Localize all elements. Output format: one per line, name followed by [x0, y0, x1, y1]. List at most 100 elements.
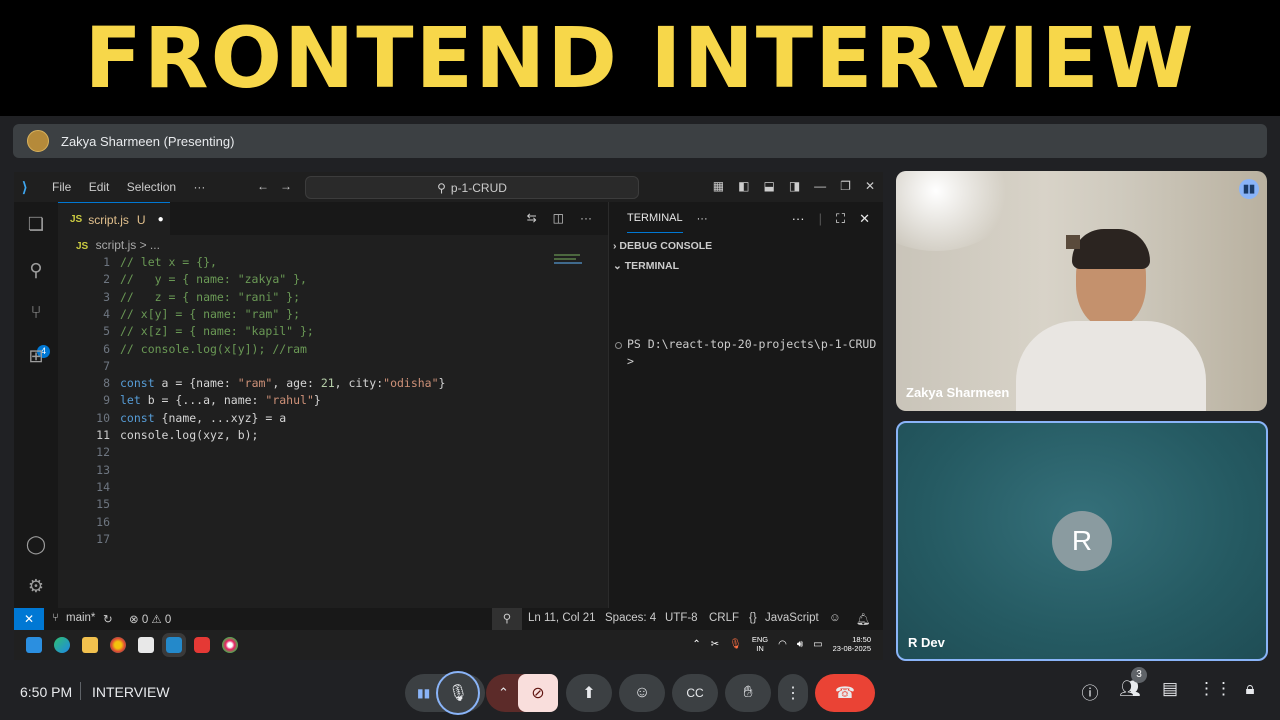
explorer-icon[interactable]: ❏ — [24, 212, 48, 236]
terminal-prompt[interactable]: PS D:\react-top-20-projects\p-1-CRUD> — [627, 336, 877, 370]
tray-chevron-icon[interactable]: ⌃ — [692, 639, 700, 650]
code-line[interactable]: // x[z] = { name: "kapil" }; — [120, 324, 314, 338]
editor-actions: ⇆ ◫ ··· — [527, 211, 592, 225]
raise-hand-button[interactable]: ✋︎ — [725, 674, 771, 712]
sync-icon[interactable]: ↻ — [103, 612, 113, 626]
more-actions-icon[interactable]: ··· — [580, 211, 592, 225]
indentation[interactable]: Spaces: 4 — [605, 612, 656, 624]
code-line[interactable]: const a = {name: "ram", age: 21, city:"o… — [120, 376, 445, 390]
language-indicator[interactable]: ENG IN — [752, 635, 768, 653]
microphone-button[interactable]: 🎙︎ — [436, 671, 480, 715]
line-number: 16 — [96, 514, 110, 529]
minimap[interactable] — [554, 254, 584, 268]
windows-start-icon[interactable] — [26, 637, 42, 653]
menu-bar: File Edit Selection ··· — [38, 180, 205, 194]
wifi-icon[interactable]: ◠ — [778, 639, 787, 650]
terminal-section[interactable]: ⌄ TERMINAL — [613, 260, 679, 272]
tray-app-icon[interactable]: ✂ — [711, 639, 719, 650]
compare-icon[interactable]: ⇆ — [527, 211, 537, 225]
camera-off-button[interactable]: ⊘ — [518, 674, 558, 712]
participant-tile-r-dev[interactable]: R R Dev — [896, 421, 1268, 661]
present-screen-button[interactable]: ⬆ — [566, 674, 612, 712]
line-ending[interactable]: CRLF — [709, 612, 739, 624]
close-panel-icon[interactable]: ✕ — [859, 211, 870, 227]
toggle-secondary-sidebar-icon[interactable]: ◨ — [789, 179, 800, 193]
split-editor-icon[interactable]: ◫ — [553, 211, 564, 225]
menu-file[interactable]: File — [52, 180, 71, 194]
maximize-panel-icon[interactable]: ⛶ — [836, 211, 845, 227]
accounts-icon[interactable]: ◯ — [24, 532, 48, 556]
taskbar-clock[interactable]: 18:50 23-08-2025 — [833, 635, 871, 653]
leave-call-button[interactable]: ☎︎ — [815, 674, 875, 712]
breadcrumb-path: script.js > ... — [95, 238, 160, 252]
copilot-icon[interactable]: ☺ — [829, 612, 841, 624]
editor-tabs: JS script.js U ● ⇆ ◫ ··· — [58, 202, 608, 236]
breadcrumb[interactable]: JS script.js > ... — [76, 238, 160, 252]
restore-icon[interactable]: ❐ — [840, 179, 851, 193]
minimize-icon[interactable]: — — [814, 179, 826, 193]
chat-icon[interactable]: ▤ — [1158, 679, 1182, 699]
code-line[interactable]: // console.log(x[y]); //ram — [120, 342, 307, 356]
nav-forward-icon[interactable]: → — [280, 179, 292, 193]
edge-icon[interactable] — [54, 637, 70, 653]
command-center-search[interactable]: ⚲ p-1-CRUD — [305, 176, 639, 199]
terminal-panel: TERMINAL ··· ··· | ⛶ ✕ › DEBUG CONSOLE ⌄… — [608, 202, 883, 608]
windows-taskbar: ⌃ ✂ 🎙︎ ENG IN ◠ 🔊︎ ▭ 18:50 23-08-2025 — [14, 630, 883, 660]
more-options-button[interactable]: ⋮ — [778, 674, 808, 712]
people-count-badge: 3 — [1131, 667, 1147, 683]
battery-icon[interactable]: ▭ — [813, 639, 822, 650]
problems-count[interactable]: ⊗ 0 ⚠ 0 — [129, 612, 171, 626]
settings-gear-icon[interactable]: ⚙ — [24, 574, 48, 598]
file-explorer-icon[interactable] — [82, 637, 98, 653]
customize-layout-icon[interactable]: ▦ — [713, 179, 724, 193]
youtube-icon[interactable] — [194, 637, 210, 653]
meeting-details-icon[interactable]: ⓘ — [1078, 679, 1102, 704]
chrome-icon[interactable] — [110, 637, 126, 653]
branch-name[interactable]: main* — [66, 612, 95, 624]
extensions-icon[interactable]: ⊞ — [24, 344, 48, 368]
vscode-taskbar-icon[interactable] — [162, 633, 186, 657]
nav-back-icon[interactable]: ← — [257, 179, 269, 193]
presenter-avatar — [27, 130, 49, 152]
code-line[interactable]: let b = {...a, name: "rahul"} — [120, 393, 321, 407]
app-icon[interactable] — [222, 637, 238, 653]
tray-mic-icon[interactable]: 🎙︎ — [729, 639, 742, 650]
code-line[interactable]: // x[y] = { name: "ram" }; — [120, 307, 300, 321]
menu-more[interactable]: ··· — [193, 180, 205, 194]
vscode-logo-icon: ⟩ — [22, 179, 28, 195]
host-controls-icon[interactable]: 🔒︎ — [1238, 679, 1262, 699]
debug-console-section[interactable]: › DEBUG CONSOLE — [613, 240, 712, 252]
code-line[interactable]: // y = { name: "zakya" }, — [120, 272, 307, 286]
system-tray: ⌃ ✂ 🎙︎ ENG IN ◠ 🔊︎ ▭ 18:50 23-08-2025 — [692, 635, 871, 653]
code-line[interactable]: console.log(xyz, b); — [120, 428, 258, 442]
unsaved-dot-icon[interactable]: ● — [158, 214, 164, 225]
code-line[interactable]: // let x = {}, — [120, 255, 217, 269]
remote-indicator-icon[interactable]: ✕ — [14, 608, 44, 630]
close-icon[interactable]: ✕ — [865, 179, 875, 193]
source-control-icon[interactable]: ⑂ — [24, 300, 48, 324]
code-line[interactable]: const {name, ...xyz} = a — [120, 411, 286, 425]
vscode-titlebar: ⟩ File Edit Selection ··· ← → ⚲ p-1-CRUD… — [14, 172, 883, 202]
notifications-icon[interactable]: 🔔︎ — [856, 612, 871, 626]
language-mode[interactable]: JavaScript — [765, 612, 819, 624]
notepad-icon[interactable] — [138, 637, 154, 653]
toggle-sidebar-icon[interactable]: ◧ — [738, 179, 749, 193]
zoom-icon[interactable]: ⚲ — [492, 608, 522, 630]
captions-button[interactable]: CC — [672, 674, 718, 712]
camera-options-chevron-icon[interactable]: ⌃ — [498, 685, 509, 701]
activities-icon[interactable]: ⋮⋮ — [1198, 679, 1232, 699]
search-activity-icon[interactable]: ⚲ — [24, 258, 48, 282]
tab-terminal[interactable]: TERMINAL — [627, 204, 683, 233]
emoji-reactions-button[interactable]: ☺ — [619, 674, 665, 712]
participant-tile-presenter[interactable]: ▮▮ Zakya Sharmeen — [896, 171, 1267, 411]
tab-script-js[interactable]: JS script.js U ● — [58, 202, 170, 236]
volume-icon[interactable]: 🔊︎ — [797, 639, 803, 650]
cursor-position[interactable]: Ln 11, Col 21 — [528, 612, 596, 624]
code-line[interactable]: // z = { name: "rani" }; — [120, 290, 300, 304]
panel-more-icon[interactable]: ··· — [697, 213, 708, 225]
toggle-panel-icon[interactable]: ⬓ — [763, 179, 774, 193]
menu-selection[interactable]: Selection — [127, 180, 176, 194]
panel-options-icon[interactable]: ··· — [792, 211, 805, 227]
encoding[interactable]: UTF-8 — [665, 612, 698, 624]
menu-edit[interactable]: Edit — [89, 180, 110, 194]
